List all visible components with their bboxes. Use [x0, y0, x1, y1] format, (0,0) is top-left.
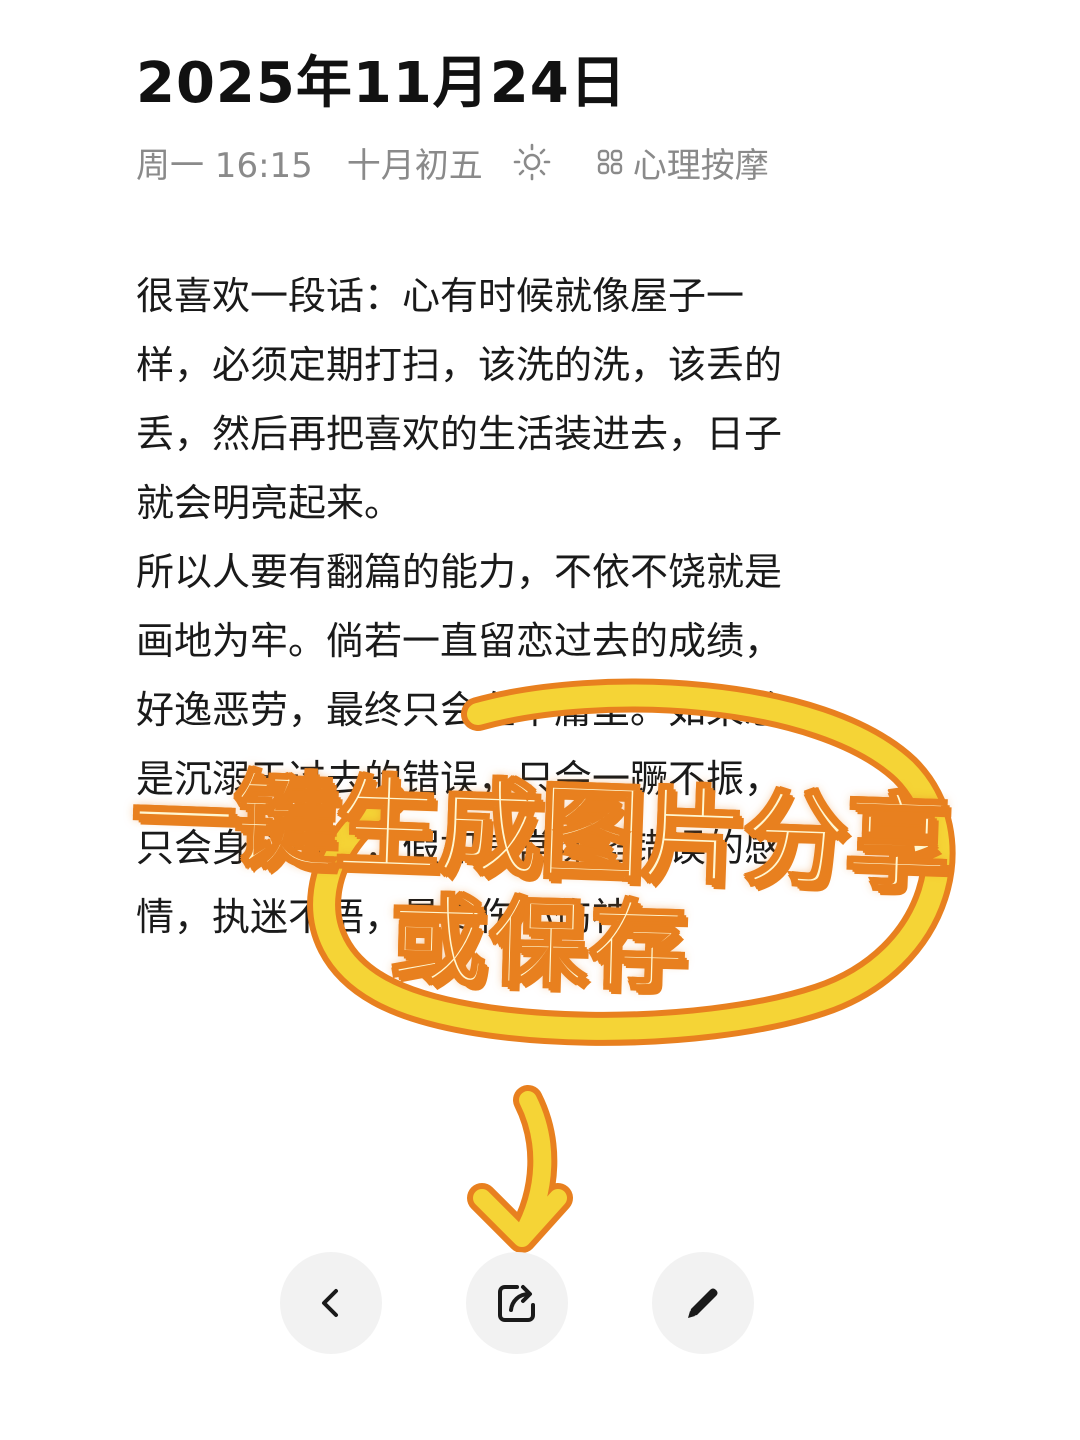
down-arrow-icon: [467, 1085, 573, 1253]
note-line: 就会明亮起来。: [136, 481, 403, 525]
note-line: 丢，然后再把喜欢的生活装进去，日子: [136, 412, 783, 456]
weekday-time: 周一 16:15: [136, 145, 313, 186]
page-title: 2025年11月24日: [136, 51, 627, 116]
note-line: 很喜欢一段话：心有时候就像屋子一: [136, 274, 745, 318]
meta-row: 周一 16:15 十月初五 心理按摩: [136, 138, 769, 186]
note-line: 好逸恶劳，最终只会在平庸里。如果总: [136, 688, 783, 732]
note-line: 所以人要有翻篇的能力，不依不饶就是: [136, 550, 783, 594]
note-line: 画地为牢。倘若一直留恋过去的成绩，: [136, 619, 783, 663]
share-button[interactable]: [466, 1252, 568, 1354]
chevron-left-icon: [322, 1289, 338, 1317]
note-line: 样，必须定期打扫，该洗的洗，该丢的: [136, 343, 783, 387]
sun-icon[interactable]: [513, 143, 551, 181]
overlay-subheadline: 或保存: [387, 883, 693, 1006]
category-tag[interactable]: 心理按摩: [633, 138, 769, 187]
share-icon: [498, 1285, 535, 1322]
pencil-icon: [688, 1288, 718, 1318]
back-button[interactable]: [280, 1252, 382, 1354]
lunar-date: 十月初五: [346, 145, 483, 186]
edit-button[interactable]: [652, 1252, 754, 1354]
grid-icon: [597, 149, 622, 175]
